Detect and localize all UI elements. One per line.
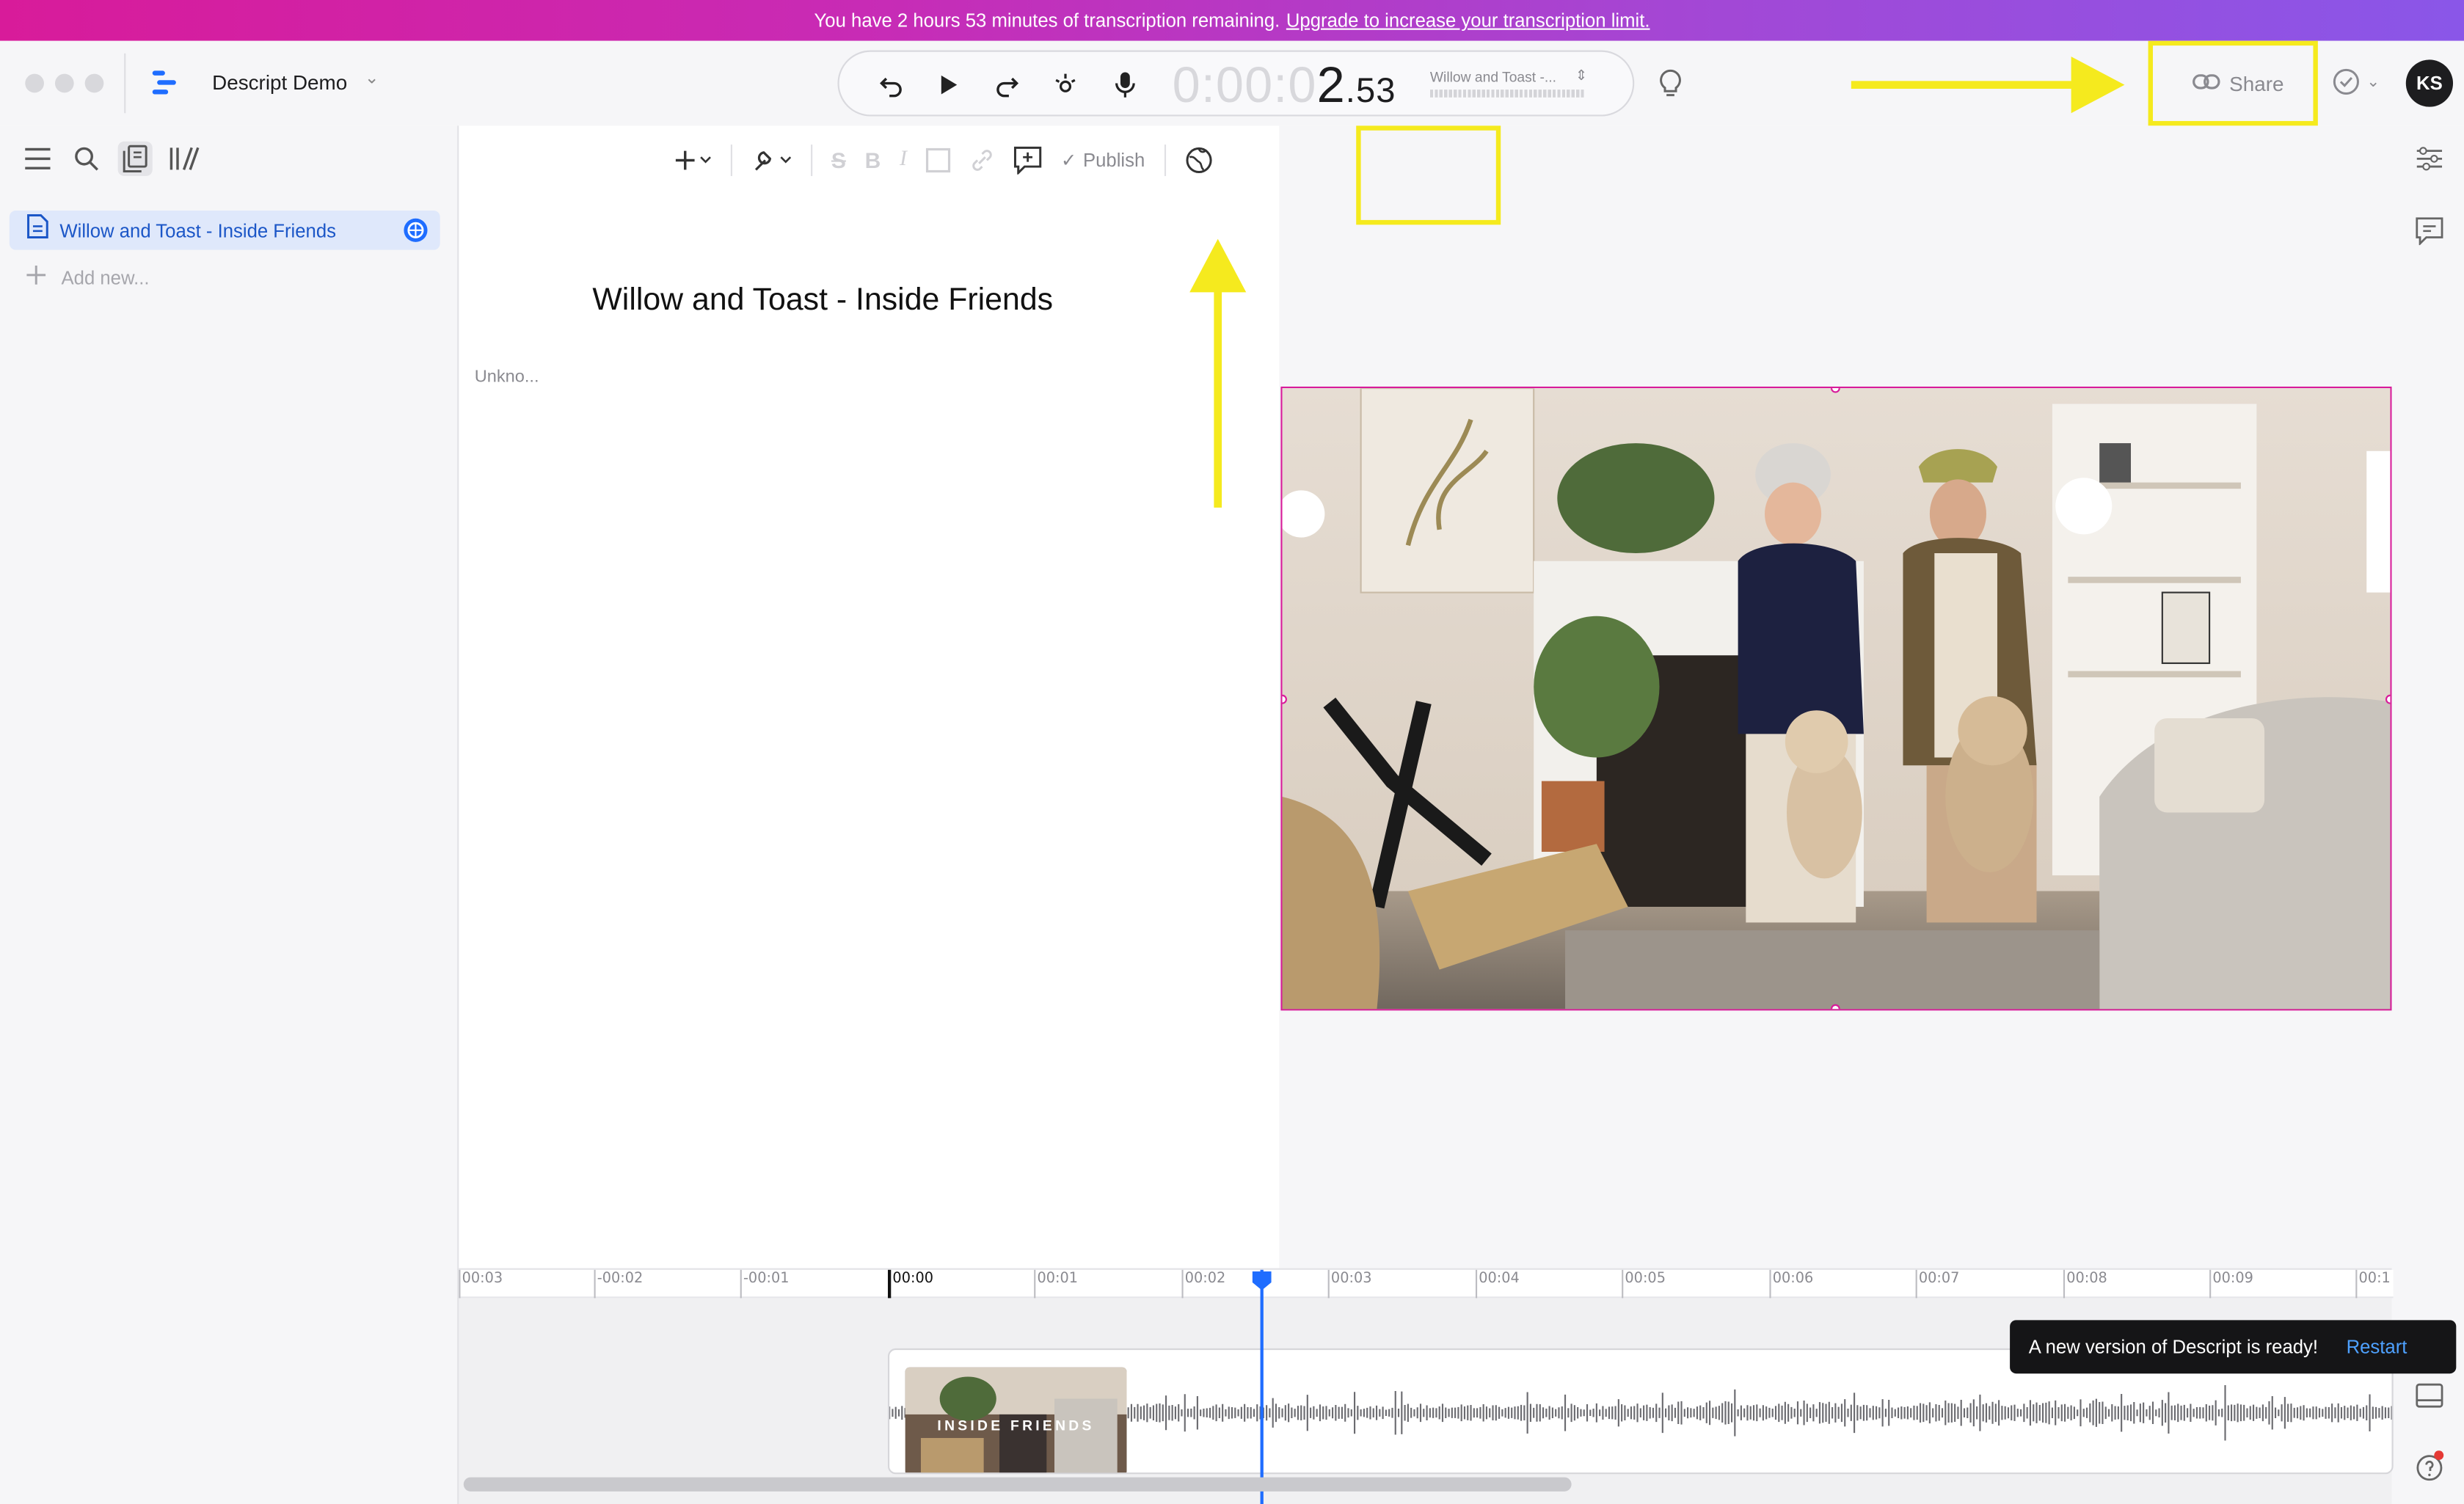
updown-chevron-icon: ⇕ <box>1575 67 1588 84</box>
timeline[interactable]: 00:03 -00:02 -00:01 00:00 00:01 00:02 00… <box>457 1268 2394 1504</box>
ruler-tick: 00:03 <box>1327 1269 1371 1299</box>
search-icon[interactable] <box>69 142 103 176</box>
zoom-window-button[interactable] <box>84 73 104 93</box>
ruler-tick: 00:08 <box>2063 1269 2107 1299</box>
publish-highlight-box <box>1356 125 1501 225</box>
ruler-tick: 00:03 <box>459 1269 503 1299</box>
sidebar-item-willow-and-toast[interactable]: Willow and Toast - Inside Friends <box>9 211 440 252</box>
right-rail <box>2391 125 2464 1504</box>
format-toolbar: S B I ✓ Publish <box>674 125 1501 225</box>
chevron-down-icon: ⌄ <box>2366 73 2380 91</box>
timecode-display: 0:00:02.53 <box>1172 56 1396 114</box>
comments-icon[interactable] <box>2412 213 2446 248</box>
link-icon[interactable] <box>970 142 995 179</box>
ruler-tick: 00:06 <box>1769 1269 1813 1299</box>
toolbar-divider <box>811 145 813 176</box>
italic-icon[interactable]: I <box>900 142 907 179</box>
composition-selector[interactable]: Willow and Toast -... ⇕ <box>1427 65 1591 106</box>
descript-logo-icon[interactable] <box>151 69 180 105</box>
library-icon[interactable] <box>167 142 201 176</box>
hamburger-menu-icon[interactable] <box>21 142 55 176</box>
editor-area: S B I ✓ Publish Willow and Toast - Insid… <box>457 125 2392 1268</box>
record-screen-icon[interactable] <box>1048 67 1082 102</box>
clip-title: INSIDE FRIENDS <box>937 1417 1095 1434</box>
document-icon <box>26 213 48 247</box>
toast-message: A new version of Descript is ready! <box>2028 1335 2319 1358</box>
share-button[interactable]: Share <box>2164 56 2311 110</box>
checkmark-circle-icon <box>2333 68 2359 95</box>
ruler-tick: 00:02 <box>1181 1269 1225 1299</box>
playhead-handle[interactable] <box>1251 1270 1273 1292</box>
globe-icon[interactable] <box>1184 142 1213 179</box>
published-globe-icon[interactable] <box>402 217 429 252</box>
publish-button[interactable]: ✓ Publish <box>1061 142 1145 179</box>
add-comment-icon[interactable] <box>1014 142 1043 179</box>
video-preview[interactable] <box>1280 386 2392 1011</box>
document-title[interactable]: Willow and Toast - Inside Friends <box>592 283 1053 319</box>
microphone-icon[interactable] <box>1108 67 1142 102</box>
upgrade-link[interactable]: Upgrade to increase your transcription l… <box>1286 10 1650 32</box>
ruler-tick: -00:02 <box>594 1269 643 1299</box>
link-icon <box>2192 71 2220 95</box>
review-status-button[interactable]: ⌄ <box>2332 67 2380 96</box>
add-new-button[interactable]: Add new... <box>25 264 150 291</box>
left-sidebar: Willow and Toast - Inside Friends Add ne… <box>0 125 458 1504</box>
play-icon[interactable] <box>932 67 966 102</box>
sidebar-item-label: Willow and Toast - Inside Friends <box>59 219 337 241</box>
restart-button[interactable]: Restart <box>2347 1336 2407 1358</box>
project-name[interactable]: Descript Demo <box>212 70 347 94</box>
ruler-tick: 00:07 <box>1915 1269 1959 1299</box>
transcription-banner: You have 2 hours 53 minutes of transcrip… <box>0 0 2464 41</box>
script-document[interactable]: S B I ✓ Publish Willow and Toast - Insid… <box>459 125 1501 1268</box>
timeline-scrollbar[interactable] <box>463 1477 1572 1492</box>
insert-button[interactable] <box>674 142 712 179</box>
toolbar-divider <box>1163 145 1166 176</box>
tools-wrench-icon[interactable] <box>751 142 792 179</box>
checkmark-icon: ✓ <box>1060 149 1077 172</box>
ruler-tick: 00:04 <box>1475 1269 1520 1299</box>
ruler-tick: 00:05 <box>1622 1269 1666 1299</box>
clip-thumbnail: INSIDE FRIENDS <box>905 1367 1127 1473</box>
resize-handle[interactable] <box>2385 694 2391 704</box>
transport-bar: 0:00:02.53 Willow and Toast -... ⇕ <box>837 50 1635 117</box>
ruler-tick: -00:01 <box>740 1269 789 1299</box>
playhead[interactable] <box>1260 1269 1264 1504</box>
plus-icon <box>25 264 47 291</box>
toolbar-divider <box>730 145 732 176</box>
bold-icon[interactable]: B <box>865 142 881 179</box>
resize-handle[interactable] <box>1830 1004 1840 1010</box>
ruler-tick: 00:01 <box>1034 1269 1078 1299</box>
redo-icon[interactable] <box>990 67 1024 102</box>
lightbulb-icon[interactable] <box>1656 67 1685 107</box>
chevron-down-icon[interactable]: ⌄ <box>365 67 379 88</box>
properties-sliders-icon[interactable] <box>2412 142 2446 176</box>
video-frame-image <box>1282 388 2391 1010</box>
ruler-tick: 00:00 <box>888 1269 933 1299</box>
sidebar-toolbar <box>21 141 201 176</box>
mini-waveform <box>1429 90 1584 98</box>
highlight-icon[interactable] <box>926 142 951 179</box>
avatar[interactable]: KS <box>2405 59 2454 107</box>
help-icon[interactable] <box>2412 1449 2446 1483</box>
timeline-ruler[interactable]: 00:03 -00:02 -00:01 00:00 00:01 00:02 00… <box>459 1269 2394 1299</box>
documents-icon[interactable] <box>117 141 153 176</box>
speaker-label[interactable]: Unkno... <box>475 368 539 387</box>
ruler-tick: 00:1 <box>2355 1269 2391 1299</box>
banner-text: You have 2 hours 53 minutes of transcrip… <box>814 9 1280 32</box>
timeline-panel-icon[interactable] <box>2412 1379 2446 1413</box>
window-controls <box>25 73 104 93</box>
titlebar: Descript Demo ⌄ 0:00:02.53 Willow and To… <box>0 40 2464 126</box>
undo-icon[interactable] <box>874 67 908 102</box>
update-toast: A new version of Descript is ready! Rest… <box>2010 1320 2457 1374</box>
close-window-button[interactable] <box>25 73 44 93</box>
strikethrough-icon[interactable]: S <box>831 142 846 179</box>
ruler-tick: 00:09 <box>2209 1269 2253 1299</box>
minimize-window-button[interactable] <box>54 73 74 93</box>
titlebar-divider <box>124 53 126 114</box>
